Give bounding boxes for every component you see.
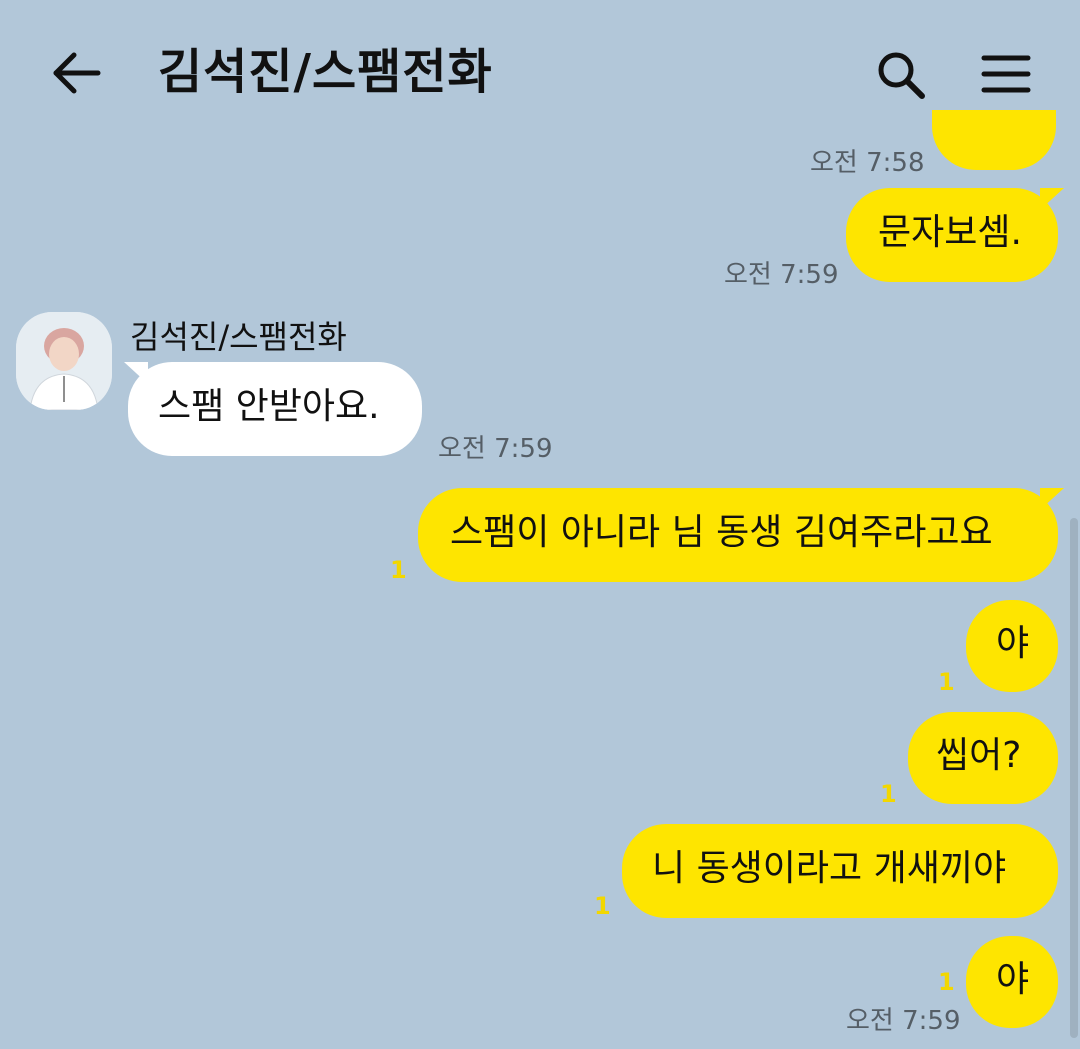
avatar[interactable] (16, 312, 112, 410)
unread-count: 1 (938, 668, 955, 696)
unread-count: 1 (594, 892, 611, 920)
search-icon (878, 52, 925, 99)
message-text: 문자보셈. (878, 212, 1022, 253)
scrollbar[interactable] (1070, 518, 1078, 1038)
message-text: 씹어? (936, 735, 1022, 776)
chat-header: 김석진/스팸전화 (0, 0, 1080, 145)
message-bubble-mine[interactable]: 문자보셈. (846, 188, 1058, 282)
message-bubble-mine[interactable]: 스팸이 아니라 님 동생 김여주라고요 (418, 488, 1058, 582)
hamburger-menu-icon (981, 55, 1031, 93)
message-bubble-mine[interactable] (932, 110, 1056, 170)
sender-name: 김석진/스팸전화 (130, 318, 347, 356)
profile-photo (16, 312, 112, 410)
unread-count: 1 (938, 968, 955, 996)
unread-count: 1 (880, 780, 897, 808)
message-bubble-mine[interactable]: 씹어? (908, 712, 1058, 804)
arrow-left-icon (53, 52, 101, 94)
menu-button[interactable] (978, 50, 1034, 98)
chat-title: 김석진/스팸전화 (158, 44, 493, 100)
message-text: 스팸이 아니라 님 동생 김여주라고요 (450, 512, 993, 553)
unread-count: 1 (390, 556, 407, 584)
search-button[interactable] (872, 48, 930, 102)
message-bubble-other[interactable]: 스팸 안받아요. (128, 362, 422, 456)
message-time: 오전 7:59 (846, 1006, 961, 1036)
message-text: 야 (996, 623, 1030, 664)
message-text: 니 동생이라고 개새끼야 (652, 848, 1007, 889)
message-bubble-mine[interactable]: 야 (966, 936, 1058, 1028)
back-button[interactable] (48, 48, 104, 98)
message-time: 오전 7:58 (810, 148, 925, 178)
message-time: 오전 7:59 (724, 260, 839, 290)
message-text: 야 (996, 959, 1030, 1000)
message-bubble-mine[interactable]: 니 동생이라고 개새끼야 (622, 824, 1058, 918)
message-text: 스팸 안받아요. (158, 386, 380, 427)
message-time: 오전 7:59 (438, 434, 553, 464)
message-bubble-mine[interactable]: 야 (966, 600, 1058, 692)
